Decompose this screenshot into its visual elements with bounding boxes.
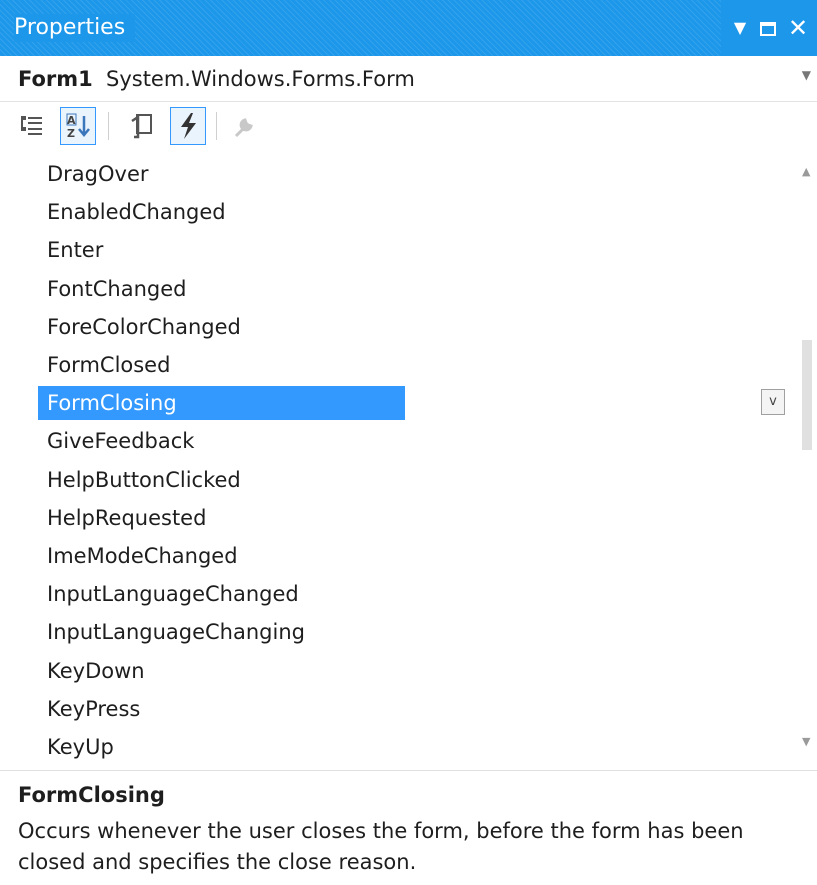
window-position-dropdown-icon[interactable]: ▼ — [727, 14, 753, 42]
event-row[interactable]: HelpRequested — [0, 499, 798, 537]
svg-text:Z: Z — [67, 127, 75, 140]
event-name: FormClosed — [47, 353, 171, 377]
properties-icon — [131, 114, 152, 139]
event-name: DragOver — [47, 162, 149, 186]
description-pane: FormClosing Occurs whenever the user clo… — [0, 770, 817, 885]
event-name: Enter — [47, 238, 104, 263]
close-icon[interactable]: ✕ — [785, 14, 811, 42]
event-row[interactable]: FontChanged — [0, 270, 798, 308]
scroll-thumb[interactable] — [802, 340, 812, 450]
events-icon — [181, 113, 196, 139]
event-name: ImeModeChanged — [47, 544, 238, 568]
event-row[interactable]: KeyPress — [0, 690, 798, 728]
event-row[interactable]: InputLanguageChanging — [0, 613, 798, 651]
vertical-scrollbar[interactable]: ▲ ▼ — [798, 155, 817, 767]
event-name: FormClosing — [47, 391, 177, 416]
window-title: Properties — [14, 14, 136, 42]
wrench-icon — [234, 118, 253, 138]
event-row[interactable]: KeyDown — [0, 652, 798, 690]
events-button[interactable] — [170, 107, 206, 145]
event-row[interactable]: DragOver — [0, 155, 798, 193]
properties-window: Properties ▼ ✕ Form1 System.Windows.Form… — [0, 0, 817, 885]
event-name: InputLanguageChanging — [47, 620, 305, 645]
event-name: FontChanged — [47, 276, 187, 301]
object-name: Form1 — [18, 67, 93, 91]
title-buttons: ▼ ✕ — [721, 0, 817, 56]
maximize-icon[interactable] — [755, 14, 781, 42]
event-name: InputLanguageChanged — [47, 582, 299, 607]
event-name: HelpRequested — [47, 505, 207, 530]
description-title: FormClosing — [18, 783, 165, 807]
description-text: Occurs whenever the user closes the form… — [18, 819, 744, 874]
event-name: KeyPress — [47, 696, 141, 721]
event-row[interactable]: ForeColorChanged — [0, 308, 798, 346]
properties-button[interactable] — [124, 107, 160, 145]
event-row[interactable]: KeyUp — [0, 728, 798, 766]
object-type: System.Windows.Forms.Form — [106, 67, 415, 91]
object-selector-dropdown[interactable]: Form1 System.Windows.Forms.Form ▼ — [0, 56, 817, 102]
event-name: GiveFeedback — [47, 429, 195, 454]
toolbar-separator — [216, 112, 217, 140]
event-row[interactable]: FormClosed — [0, 346, 798, 384]
scroll-down-icon[interactable]: ▼ — [802, 735, 810, 748]
alphabetical-button[interactable]: A Z — [60, 107, 96, 145]
alphabetical-icon: A Z — [66, 113, 90, 140]
events-grid: DragOver EnabledChanged Enter FontChanged Fo… — [0, 155, 798, 767]
handler-dropdown-button[interactable]: v — [761, 389, 785, 416]
event-row[interactable]: GiveFeedback — [0, 422, 798, 460]
event-row[interactable]: Enter — [0, 231, 798, 269]
categorized-icon — [21, 116, 42, 135]
event-name: ForeColorChanged — [47, 314, 241, 339]
event-row[interactable]: EnabledChanged — [0, 193, 798, 231]
chevron-down-icon[interactable]: ▼ — [802, 68, 811, 82]
event-row[interactable]: FormClosing v — [0, 384, 798, 422]
toolbar: A Z — [0, 102, 817, 152]
event-name: EnabledChanged — [47, 200, 226, 225]
event-row[interactable]: InputLanguageChanged — [0, 575, 798, 613]
toolbar-separator — [108, 112, 109, 140]
scroll-up-icon[interactable]: ▲ — [802, 165, 810, 178]
event-name: KeyDown — [47, 658, 145, 683]
title-bar[interactable]: Properties ▼ ✕ — [0, 0, 817, 56]
event-name: HelpButtonClicked — [47, 467, 241, 492]
event-row[interactable]: ImeModeChanged — [0, 537, 798, 575]
property-pages-button — [226, 107, 262, 145]
event-row[interactable]: HelpButtonClicked — [0, 461, 798, 499]
categorized-button[interactable] — [14, 107, 50, 145]
event-name: KeyUp — [47, 735, 114, 759]
